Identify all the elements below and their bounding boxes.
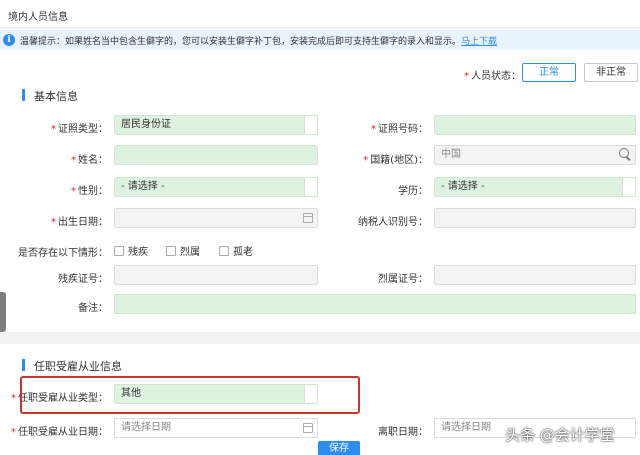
required-mark: * xyxy=(11,393,16,404)
id-number-input[interactable] xyxy=(434,115,636,135)
remark-label: 备注： xyxy=(78,303,108,314)
highlight-box xyxy=(20,376,360,414)
required-mark: * xyxy=(51,124,56,135)
id-type-select[interactable]: 居民身份证 xyxy=(114,115,318,135)
status-abnormal-button[interactable]: 非正常 xyxy=(584,63,638,82)
nationality-label-text: 国籍(地区)： xyxy=(370,155,428,166)
notice-text-wrap: 温馨提示：如果姓名当中包含生僻字的，您可以安装生僻字补丁包，安装完成后即可支持生… xyxy=(20,34,497,47)
save-button[interactable]: 保存 xyxy=(318,441,360,455)
checkbox-box[interactable] xyxy=(166,246,176,256)
required-mark: * xyxy=(363,155,369,166)
leave-date-label: 离职日期： xyxy=(378,427,428,438)
notice-text: 温馨提示：如果姓名当中包含生僻字的，您可以安装生僻字补丁包，安装完成后即可支持生… xyxy=(20,37,462,47)
required-mark: * xyxy=(71,155,76,166)
window-title: 境内人员信息 xyxy=(8,12,68,23)
checkbox-box[interactable] xyxy=(219,246,229,256)
employment-date-input[interactable]: 请选择日期 xyxy=(114,418,318,438)
education-label: 学历： xyxy=(398,186,428,197)
status-normal-button[interactable]: 正常 xyxy=(522,63,576,82)
gender-label: * 性别： xyxy=(71,182,108,197)
birth-date-label-text: 出生日期： xyxy=(58,217,108,228)
martyr-cert-input[interactable] xyxy=(434,265,636,285)
nationality-label: * 国籍(地区)： xyxy=(363,151,428,166)
download-link[interactable]: 马上下载 xyxy=(461,37,497,47)
disability-cert-label: 残疾证号： xyxy=(58,274,108,285)
section-basic-title: 基本信息 xyxy=(22,88,78,104)
required-mark: * xyxy=(11,427,16,438)
checkbox-disability-label: 残疾 xyxy=(128,247,148,258)
status-label-text: 人员状态： xyxy=(471,71,521,82)
education-select[interactable]: - 请选择 - xyxy=(434,177,636,197)
section-divider xyxy=(0,332,640,344)
id-number-label-text: 证照号码： xyxy=(378,124,428,135)
calendar-icon[interactable] xyxy=(303,213,313,223)
checkbox-martyr-family-label: 烈属 xyxy=(180,247,200,258)
situations-label: 是否存在以下情形： xyxy=(18,248,108,259)
birth-date-input[interactable] xyxy=(114,208,318,228)
watermark: 头条 @会计学堂 xyxy=(505,426,615,444)
status-label: * 人员状态： xyxy=(464,67,521,82)
disability-cert-input[interactable] xyxy=(114,265,318,285)
taxpayer-id-label: 纳税人识别号： xyxy=(358,217,428,228)
required-mark: * xyxy=(371,124,376,135)
window-titlebar: 境内人员信息 xyxy=(0,0,640,28)
nationality-placeholder: 中国 xyxy=(441,149,461,160)
employment-date-label-text: 任职受雇从业日期： xyxy=(18,427,108,438)
notice-bar: i 温馨提示：如果姓名当中包含生僻字的，您可以安装生僻字补丁包，安装完成后即可支… xyxy=(0,30,640,50)
remark-input[interactable] xyxy=(114,294,636,314)
gender-label-text: 性别： xyxy=(78,186,108,197)
employment-date-placeholder: 请选择日期 xyxy=(121,422,171,433)
info-icon: i xyxy=(3,34,15,46)
side-handle[interactable] xyxy=(0,292,6,332)
leave-date-placeholder: 请选择日期 xyxy=(441,422,491,433)
checkbox-lonely-elderly-label: 孤老 xyxy=(233,247,253,258)
required-mark: * xyxy=(71,186,76,197)
birth-date-label: * 出生日期： xyxy=(51,213,108,228)
name-label-text: 姓名： xyxy=(78,155,108,166)
nationality-input[interactable]: 中国 xyxy=(434,145,636,165)
employment-date-label: * 任职受雇从业日期： xyxy=(11,423,108,438)
name-input[interactable] xyxy=(114,145,318,165)
calendar-icon[interactable] xyxy=(303,423,313,433)
id-number-label: * 证照号码： xyxy=(371,120,428,135)
checkbox-lonely-elderly[interactable]: 孤老 xyxy=(219,243,253,258)
id-type-label-text: 证照类型： xyxy=(58,124,108,135)
checkbox-disability[interactable]: 残疾 xyxy=(114,243,148,258)
name-label: * 姓名： xyxy=(71,151,108,166)
martyr-cert-label: 烈属证号： xyxy=(378,274,428,285)
taxpayer-id-input[interactable] xyxy=(434,208,636,228)
required-mark: * xyxy=(51,217,56,228)
checkbox-martyr-family[interactable]: 烈属 xyxy=(166,243,200,258)
checkbox-box[interactable] xyxy=(114,246,124,256)
id-type-label: * 证照类型： xyxy=(51,120,108,135)
section-employment-title: 任职受雇从业信息 xyxy=(22,358,122,374)
gender-select[interactable]: - 请选择 - xyxy=(114,177,318,197)
required-mark: * xyxy=(464,71,469,82)
search-icon[interactable] xyxy=(619,148,631,160)
